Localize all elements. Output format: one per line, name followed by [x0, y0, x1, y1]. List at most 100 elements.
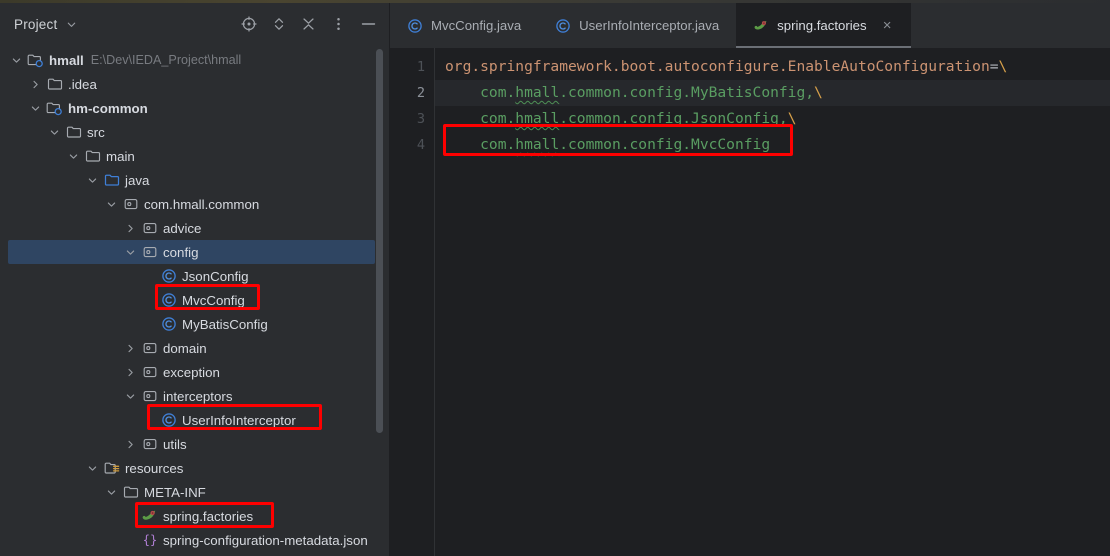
tree-row-hm-common[interactable]: hm-common: [0, 96, 389, 120]
close-icon[interactable]: ×: [881, 17, 894, 34]
spring-icon: [753, 18, 769, 34]
tree-item-label: exception: [163, 364, 220, 380]
java-class-icon: [160, 292, 177, 309]
tree-row-mvcconfig[interactable]: MvcConfig: [0, 288, 389, 312]
tree-item-label: spring-configuration-metadata.json: [163, 532, 368, 548]
editor-tab-userinfointerceptor-java[interactable]: UserInfoInterceptor.java: [538, 3, 736, 48]
property-value-tail: .common.config.JsonConfig,: [559, 110, 788, 127]
tree-item-label: advice: [163, 220, 202, 236]
tree-item-label: config: [163, 244, 199, 260]
tree-row-meta-inf[interactable]: META-INF: [0, 480, 389, 504]
package-icon: [141, 388, 158, 405]
more-options-icon[interactable]: [330, 16, 347, 33]
package-icon: [141, 364, 158, 381]
chevron-down-icon[interactable]: [86, 462, 99, 475]
package-icon: [141, 220, 158, 237]
chevron-down-icon[interactable]: [124, 246, 137, 259]
editor-code-content[interactable]: org.springframework.boot.autoconfigure.E…: [435, 48, 1110, 556]
collapse-all-icon[interactable]: [300, 16, 317, 33]
chevron-down-icon[interactable]: [29, 102, 42, 115]
tree-item-label: META-INF: [144, 484, 206, 500]
chevron-down-icon[interactable]: [10, 54, 23, 67]
tree-item-label: MyBatisConfig: [182, 316, 268, 332]
chevron-right-icon[interactable]: [124, 366, 137, 379]
tree-row-java[interactable]: java: [0, 168, 389, 192]
editor-tab-label: MvcConfig.java: [431, 18, 522, 33]
package-icon: [141, 340, 158, 357]
tree-row-interceptors[interactable]: interceptors: [0, 384, 389, 408]
expand-collapse-icon[interactable]: [270, 16, 287, 33]
project-tree-scroll-area[interactable]: hmall E:\Dev\IEDA_Project\hmall .idea hm-co…: [0, 45, 389, 556]
project-path-hint: E:\Dev\IEDA_Project\hmall: [90, 53, 242, 67]
folder-icon: [46, 76, 63, 93]
chevron-down-icon[interactable]: [86, 174, 99, 187]
code-editor[interactable]: 1 2 3 4 org.springframework.boot.autoconfig…: [390, 48, 1110, 556]
property-value-tail: .common.config.MvcConfig: [559, 136, 771, 153]
tree-row-idea[interactable]: .idea: [0, 72, 389, 96]
folder-icon: [84, 148, 101, 165]
folder-icon: [65, 124, 82, 141]
tree-row-advice[interactable]: advice: [0, 216, 389, 240]
editor-tab-mvcconfig-java[interactable]: MvcConfig.java: [390, 3, 538, 48]
tree-item-label: utils: [163, 436, 187, 452]
property-value-prefix: com.: [445, 84, 516, 101]
tree-item-label: resources: [125, 460, 184, 476]
project-tree: hmall E:\Dev\IEDA_Project\hmall .idea hm-co…: [0, 45, 389, 552]
property-value-prefix: com.: [445, 110, 516, 127]
hide-tool-window-icon[interactable]: [360, 16, 377, 33]
tree-row-domain[interactable]: domain: [0, 336, 389, 360]
chevron-down-icon[interactable]: [124, 390, 137, 403]
chevron-down-icon[interactable]: [64, 17, 78, 31]
resource-folder-icon: [103, 460, 120, 477]
line-continuation: \: [787, 110, 797, 127]
tree-row-hmall[interactable]: hmall E:\Dev\IEDA_Project\hmall: [0, 48, 389, 72]
code-line[interactable]: org.springframework.boot.autoconfigure.E…: [435, 54, 1110, 80]
tree-row-exception[interactable]: exception: [0, 360, 389, 384]
package-icon: [141, 244, 158, 261]
module-folder-icon: [46, 100, 63, 117]
editor-tab-spring-factories[interactable]: spring.factories ×: [736, 3, 912, 48]
chevron-right-icon[interactable]: [124, 222, 137, 235]
line-number: 2: [416, 85, 425, 101]
json-icon: {}: [141, 532, 158, 549]
ide-window: Project hmall E:\Dev\IEDA_Project\hmall …: [0, 0, 1110, 556]
spellcheck-typo: hmall: [515, 84, 560, 101]
tree-row-src[interactable]: src: [0, 120, 389, 144]
tree-row-com-hmall-common[interactable]: com.hmall.common: [0, 192, 389, 216]
spellcheck-typo: hmall: [515, 136, 560, 153]
select-opened-file-icon[interactable]: [240, 16, 257, 33]
tree-item-label: java: [125, 172, 150, 188]
chevron-right-icon[interactable]: [29, 78, 42, 91]
tree-row-spring-configuration-metadata-json[interactable]: {} spring-configuration-metadata.json: [0, 528, 389, 552]
package-icon: [141, 436, 158, 453]
code-line[interactable]: com.hmall.common.config.MvcConfig: [435, 132, 1110, 158]
chevron-right-icon[interactable]: [124, 342, 137, 355]
chevron-down-icon[interactable]: [48, 126, 61, 139]
java-class-icon: [407, 18, 423, 34]
tree-item-label: main: [106, 148, 135, 164]
chevron-right-icon[interactable]: [124, 438, 137, 451]
project-tree-scrollbar[interactable]: [376, 49, 383, 433]
tree-row-resources[interactable]: resources: [0, 456, 389, 480]
svg-text:{}: {}: [142, 533, 156, 547]
tree-item-label: UserInfoInterceptor: [182, 412, 296, 428]
tree-row-config[interactable]: config: [0, 240, 389, 264]
tree-row-utils[interactable]: utils: [0, 432, 389, 456]
chevron-down-icon[interactable]: [105, 198, 118, 211]
code-line[interactable]: com.hmall.common.config.JsonConfig,\: [435, 106, 1110, 132]
tree-item-label: domain: [163, 340, 207, 356]
tree-item-label: hmall: [49, 52, 84, 68]
property-key: org.springframework.boot.autoconfigure.E…: [445, 58, 990, 75]
source-folder-icon: [103, 172, 120, 189]
tree-row-mybatisconfig[interactable]: MyBatisConfig: [0, 312, 389, 336]
tree-row-jsonconfig[interactable]: JsonConfig: [0, 264, 389, 288]
tree-row-userinfointerceptor[interactable]: UserInfoInterceptor: [0, 408, 389, 432]
chevron-down-icon[interactable]: [67, 150, 80, 163]
java-class-icon: [160, 316, 177, 333]
editor-tab-label: spring.factories: [777, 18, 867, 33]
package-icon: [122, 196, 139, 213]
spring-icon: [141, 508, 158, 525]
tree-row-main[interactable]: main: [0, 144, 389, 168]
chevron-down-icon[interactable]: [105, 486, 118, 499]
tree-row-spring-factories[interactable]: spring.factories: [0, 504, 389, 528]
